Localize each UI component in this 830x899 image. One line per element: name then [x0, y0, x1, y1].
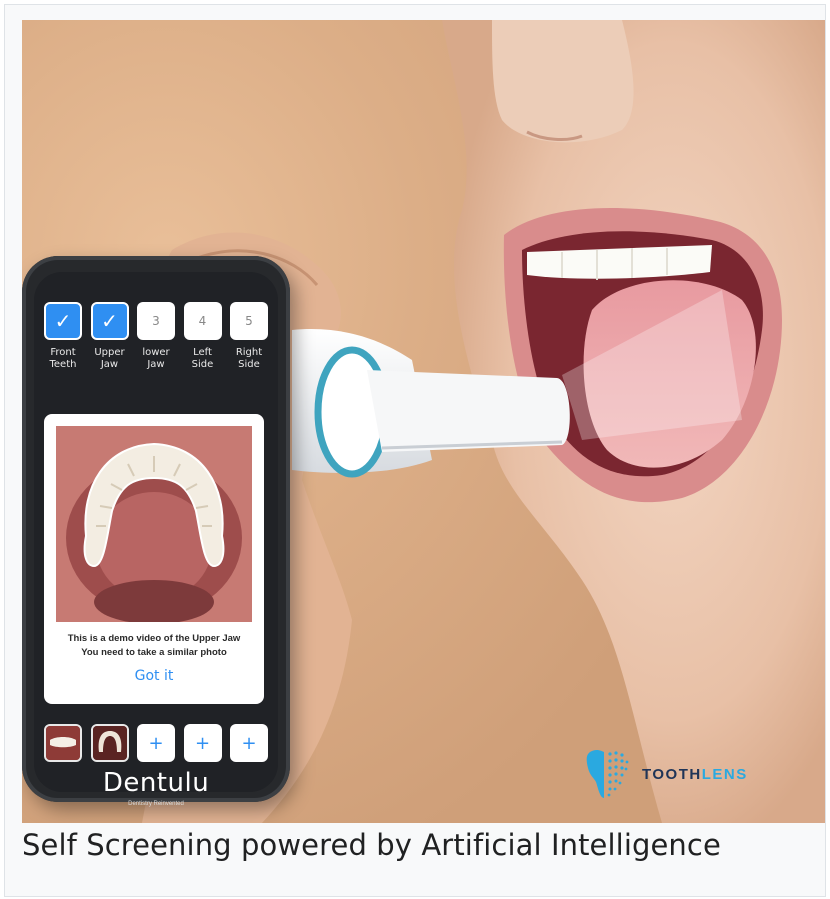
phone-mockup: ✓ Front Teeth ✓ Upper Jaw 3 lower Jaw 4 Left Si…	[22, 256, 290, 807]
step-5[interactable]: 5 Right Side	[230, 302, 268, 371]
phone-screen: ✓ Front Teeth ✓ Upper Jaw 3 lower Jaw 4 Left Si…	[34, 272, 278, 807]
image-frame: ✓ Front Teeth ✓ Upper Jaw 3 lower Jaw 4 Left Si…	[4, 4, 826, 897]
step-3[interactable]: 3 lower Jaw	[137, 302, 175, 371]
tooth-icon	[586, 749, 629, 798]
thumbnail-upper-jaw[interactable]	[90, 724, 129, 762]
step-number: 3	[137, 302, 175, 340]
add-photo-button-3[interactable]: +	[137, 724, 175, 762]
image-caption: Self Screening powered by Artificial Int…	[22, 828, 721, 862]
step-label: Left Side	[191, 347, 214, 370]
add-photo-button-5[interactable]: +	[230, 724, 268, 762]
step-label: Right Side	[235, 347, 263, 370]
promo-photo: ✓ Front Teeth ✓ Upper Jaw 3 lower Jaw 4 Left Si…	[22, 20, 825, 823]
demo-card: This is a demo video of the Upper Jaw Yo…	[44, 414, 264, 704]
toothlens-wordmark: TOOTHLENS	[642, 766, 748, 783]
upper-jaw-demo-image	[56, 426, 252, 622]
thumbnail-front-teeth[interactable]	[44, 724, 82, 762]
step-1[interactable]: ✓ Front Teeth	[44, 302, 82, 371]
step-4[interactable]: 4 Left Side	[183, 302, 222, 371]
dentulu-logo-text: Dentulu	[102, 768, 210, 798]
checkmark-icon: ✓	[44, 302, 82, 340]
front-teeth-thumbnail-image	[46, 726, 80, 760]
step-number: 4	[183, 302, 222, 340]
logo-part-tooth: TOOTH	[642, 765, 702, 783]
capture-steps: ✓ Front Teeth ✓ Upper Jaw 3 lower Jaw 4 Left Si…	[44, 302, 268, 371]
toothlens-logo: TOOTHLENS	[584, 748, 748, 800]
step-2[interactable]: ✓ Upper Jaw	[90, 302, 129, 371]
step-label: Upper Jaw	[94, 347, 125, 370]
step-label: Front Teeth	[49, 347, 77, 370]
demo-line-2: You need to take a similar photo	[81, 647, 227, 658]
got-it-button[interactable]: Got it	[44, 668, 264, 684]
dentulu-tagline: Dentistry Reinvented	[128, 801, 184, 807]
step-number: 5	[230, 302, 268, 340]
upper-jaw-thumbnail-image	[92, 726, 127, 760]
step-label: lower Jaw	[142, 347, 170, 370]
demo-instructions: This is a demo video of the Upper Jaw Yo…	[44, 632, 264, 660]
photo-thumbnails: + + +	[44, 724, 268, 762]
logo-part-lens: LENS	[701, 765, 748, 783]
checkmark-icon: ✓	[90, 302, 129, 340]
demo-line-1: This is a demo video of the Upper Jaw	[67, 633, 241, 644]
add-photo-button-4[interactable]: +	[183, 724, 222, 762]
